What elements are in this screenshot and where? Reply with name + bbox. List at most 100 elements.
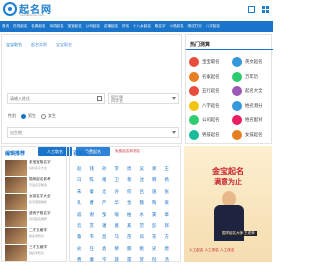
- surname-link[interactable]: 唐: [161, 244, 174, 255]
- nav-item[interactable]: 名典起名: [31, 24, 45, 29]
- list-item[interactable]: 猫咪起名参考 可爱名字精选: [5, 177, 65, 194]
- surname-input[interactable]: 请输入姓氏: [7, 93, 105, 104]
- surname-link[interactable]: 马: [111, 232, 124, 243]
- surname-link[interactable]: 华: [111, 198, 124, 209]
- surname-link[interactable]: 汤: [161, 255, 174, 266]
- nav-item[interactable]: 测试打分: [188, 24, 202, 29]
- surname-link[interactable]: 蒋: [123, 175, 136, 186]
- surname-link[interactable]: 郑: [148, 164, 161, 175]
- hot-item[interactable]: 男孩起名: [189, 129, 220, 140]
- surname-link[interactable]: 彭: [148, 221, 161, 232]
- surname-link[interactable]: 褚: [98, 175, 111, 186]
- hot-item[interactable]: 起名大全: [232, 86, 263, 96]
- surname-link[interactable]: 姜: [161, 198, 174, 209]
- tab-examples[interactable]: 起名实例: [31, 42, 47, 48]
- list-item-title[interactable]: 猫咪起名参考: [29, 177, 65, 182]
- ad-banner[interactable]: 金宝起名 满意为止 国学起名大师 王老师 人工起名 人工测名 人工改名: [184, 146, 272, 262]
- nav-item[interactable]: 取名字: [155, 24, 166, 29]
- surname-link[interactable]: 孔: [73, 198, 86, 209]
- menu-grid-icon[interactable]: [262, 6, 269, 13]
- surname-link[interactable]: 李: [111, 164, 124, 175]
- surname-link[interactable]: 金: [123, 198, 136, 209]
- nav-item[interactable]: 宝宝起名: [68, 24, 82, 29]
- surname-link[interactable]: 朱: [73, 187, 86, 198]
- surname-link[interactable]: 秦: [86, 187, 99, 198]
- surname-link[interactable]: 苗: [123, 232, 136, 243]
- surname-link[interactable]: 昌: [98, 232, 111, 243]
- surname-link[interactable]: 岑: [98, 255, 111, 266]
- surname-link[interactable]: 孙: [98, 164, 111, 175]
- surname-link[interactable]: 柏: [123, 210, 136, 221]
- surname-link[interactable]: 葛: [111, 221, 124, 232]
- surname-link[interactable]: 施: [148, 187, 161, 198]
- list-item-title[interactable]: 三才五格学: [29, 245, 65, 250]
- surname-link[interactable]: 吕: [136, 187, 149, 198]
- hot-item[interactable]: 宝宝取名: [189, 57, 220, 67]
- surname-link[interactable]: 冯: [73, 175, 86, 186]
- nav-item[interactable]: 首页: [2, 24, 9, 29]
- surname-link[interactable]: 倪: [148, 255, 161, 266]
- surname-link[interactable]: 薛: [111, 255, 124, 266]
- list-item[interactable]: 二才五格学 姓名学知识: [5, 228, 65, 245]
- surname-link[interactable]: 何: [123, 187, 136, 198]
- surname-link[interactable]: 花: [148, 232, 161, 243]
- list-item[interactable]: 女孩名字大全 名字寓意解析: [5, 194, 65, 211]
- hot-item[interactable]: 英文起名: [232, 57, 263, 67]
- female-label[interactable]: 女生: [48, 113, 56, 119]
- ad-links[interactable]: 人工起名 人工测名 人工改名: [189, 248, 234, 253]
- surname-link[interactable]: 张: [161, 187, 174, 198]
- surname-link[interactable]: 柳: [111, 244, 124, 255]
- surname-link[interactable]: 卫: [111, 175, 124, 186]
- tab-baby-naming-2[interactable]: 宝宝取名: [56, 42, 72, 48]
- surname-link[interactable]: 戚: [73, 210, 86, 221]
- logo-icon[interactable]: [3, 2, 17, 16]
- nav-item[interactable]: 好名: [122, 24, 129, 29]
- surname-link[interactable]: 尤: [98, 187, 111, 198]
- surname-link[interactable]: 方: [161, 232, 174, 243]
- surname-link[interactable]: 廉: [86, 255, 99, 266]
- surname-link[interactable]: 雷: [123, 255, 136, 266]
- thumbnail-image[interactable]: [5, 228, 27, 244]
- hot-item[interactable]: 姓名测分: [232, 100, 263, 111]
- surname-link[interactable]: 许: [111, 187, 124, 198]
- surname-link[interactable]: 陶: [148, 198, 161, 209]
- surname-link[interactable]: 严: [98, 198, 111, 209]
- surname-link[interactable]: 云: [73, 221, 86, 232]
- surname-link[interactable]: 谢: [86, 210, 99, 221]
- surname-link[interactable]: 韦: [86, 232, 99, 243]
- surname-link[interactable]: 费: [73, 255, 86, 266]
- surname-link[interactable]: 章: [161, 210, 174, 221]
- thumbnail-image[interactable]: [5, 177, 27, 193]
- surname-link[interactable]: 窦: [148, 210, 161, 221]
- surname-link[interactable]: 邹: [98, 210, 111, 221]
- surname-link[interactable]: 俞: [73, 244, 86, 255]
- surname-link[interactable]: 酆: [123, 244, 136, 255]
- surname-link[interactable]: 杨: [161, 175, 174, 186]
- surname-link[interactable]: 苏: [86, 221, 99, 232]
- nav-item[interactable]: 诗词起名: [49, 24, 63, 29]
- surname-link[interactable]: 王: [161, 164, 174, 175]
- surname-link[interactable]: 水: [136, 210, 149, 221]
- chevron-down-icon[interactable]: [172, 97, 176, 100]
- surname-link[interactable]: 袁: [98, 244, 111, 255]
- surname-link[interactable]: 沈: [136, 175, 149, 186]
- hot-item[interactable]: 姓名配对: [232, 115, 263, 125]
- list-item[interactable]: 三才五格学 姓名学知识: [5, 245, 65, 262]
- thumbnail-image[interactable]: [5, 194, 27, 210]
- tab-baby-naming[interactable]: 宝宝取名: [6, 42, 22, 48]
- surname-link[interactable]: 赵: [73, 164, 86, 175]
- surname-link[interactable]: 凤: [136, 232, 149, 243]
- nav-item[interactable]: 十八乡起名: [133, 24, 151, 29]
- nav-item[interactable]: 公司起名: [86, 24, 100, 29]
- hot-item[interactable]: 五行起名: [189, 86, 220, 96]
- surname-link[interactable]: 范: [136, 221, 149, 232]
- hot-item[interactable]: 女孩起名: [232, 129, 263, 140]
- surname-link[interactable]: 周: [123, 164, 136, 175]
- list-item[interactable]: 虚壳子取名字 诗词起名推荐: [5, 211, 65, 228]
- surname-link[interactable]: 韩: [148, 175, 161, 186]
- surname-link[interactable]: 鲁: [73, 232, 86, 243]
- surname-link[interactable]: 贺: [136, 255, 149, 266]
- list-item[interactable]: 老宝宝取名字 好听名字大全: [5, 160, 65, 177]
- hot-item[interactable]: 八字起名: [189, 100, 220, 111]
- keyboard-icon[interactable]: [97, 96, 102, 101]
